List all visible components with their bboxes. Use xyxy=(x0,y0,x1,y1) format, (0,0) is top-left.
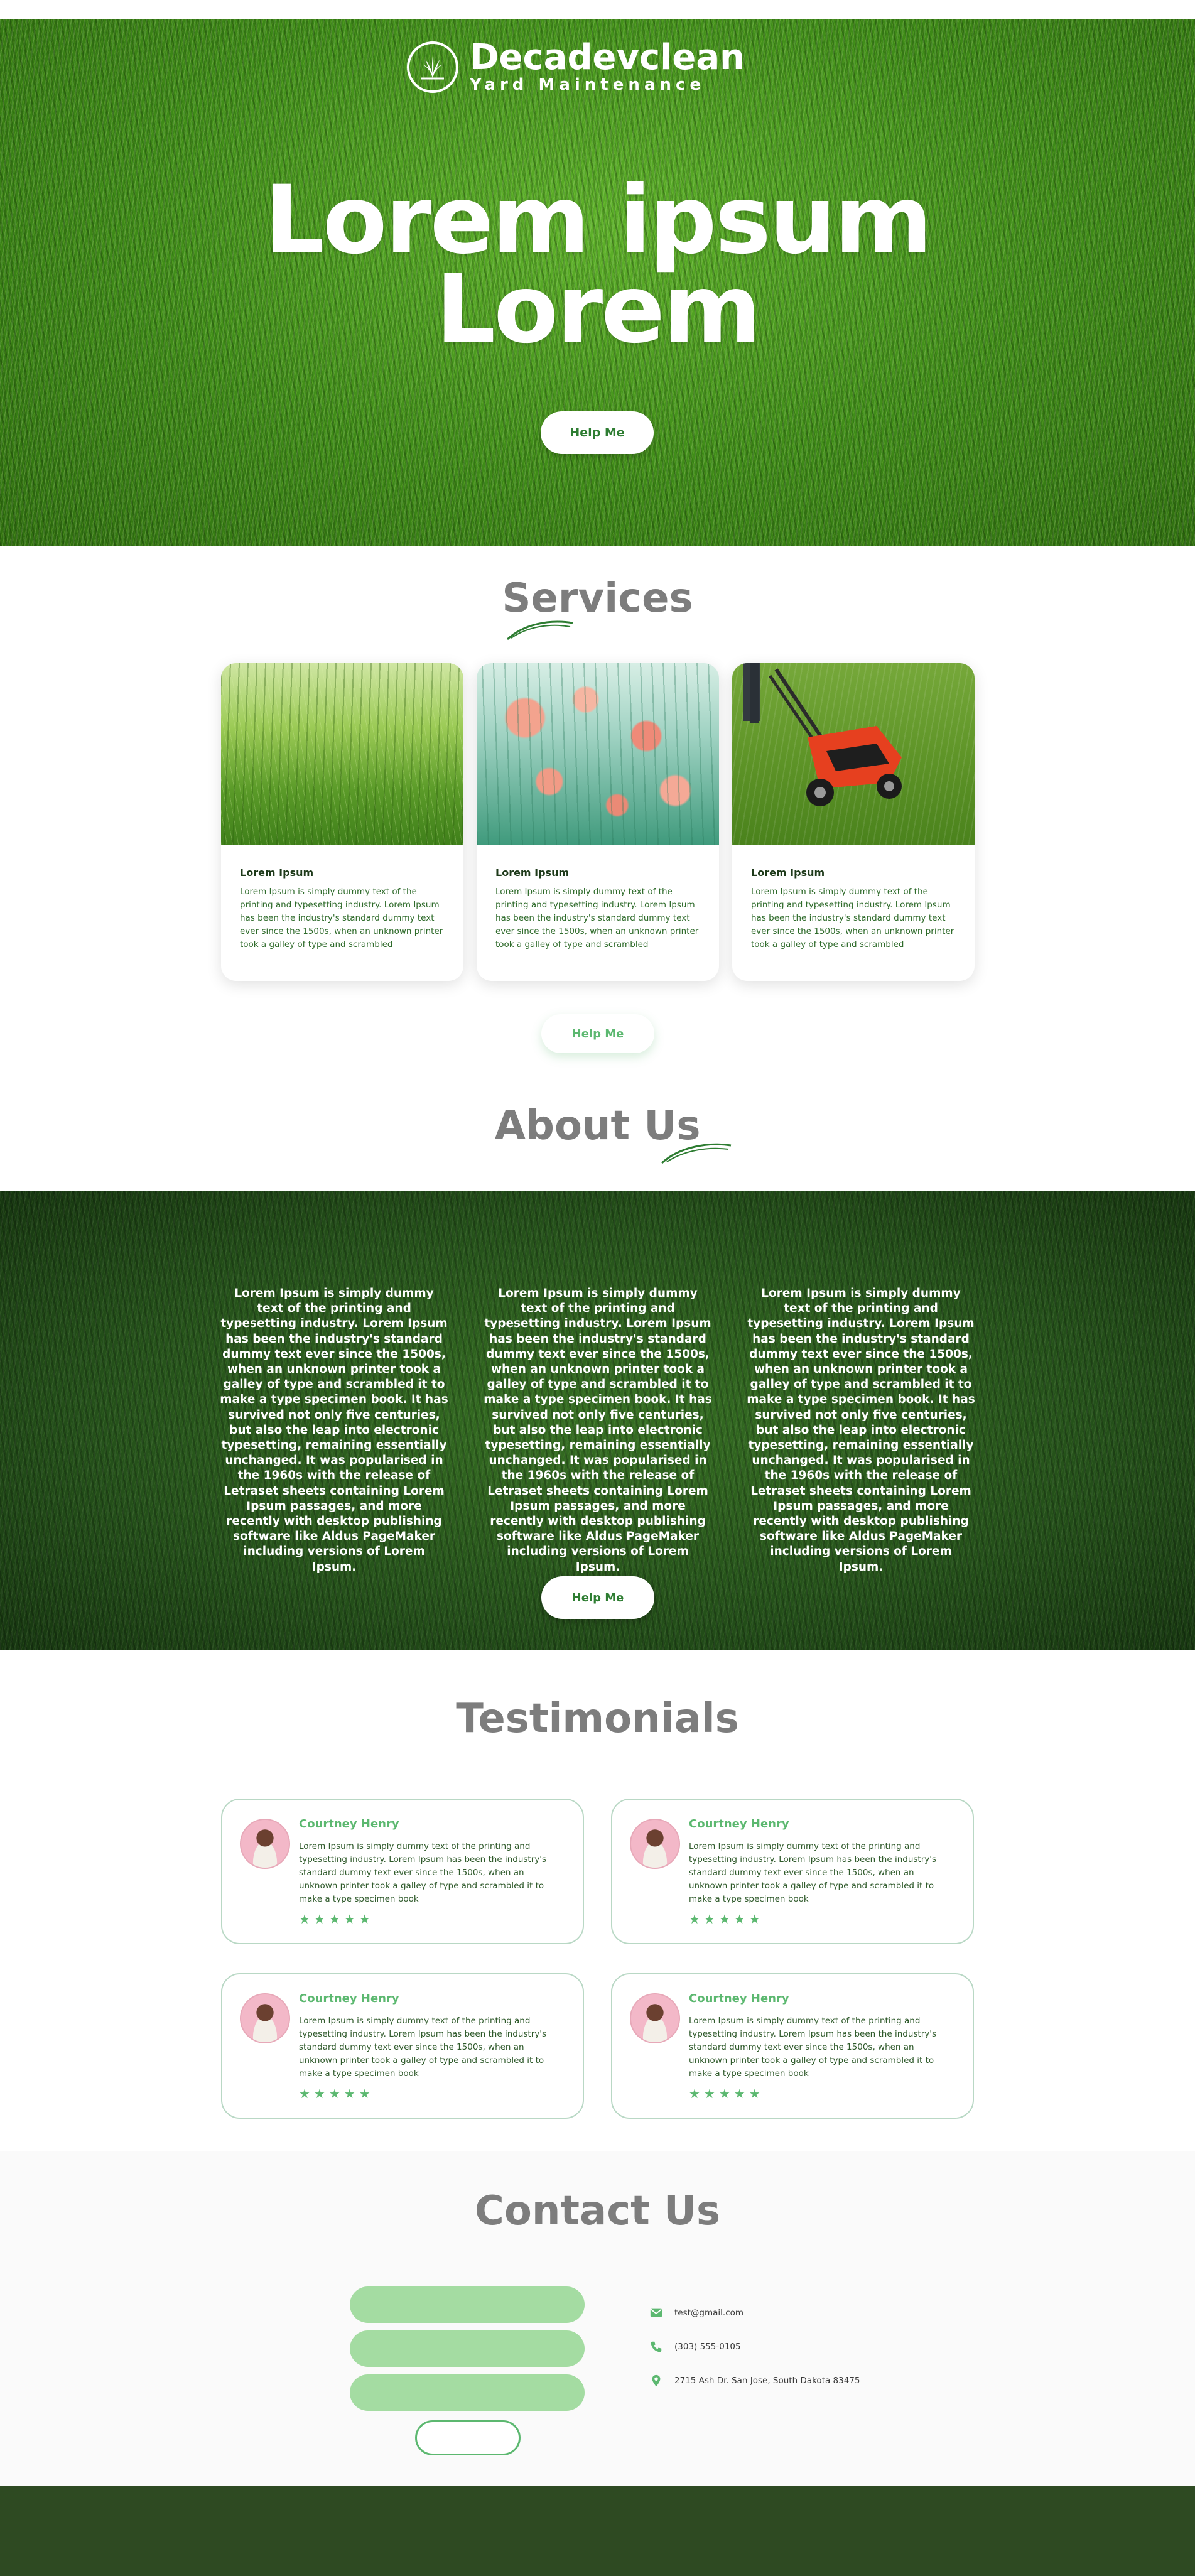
avatar xyxy=(240,1819,290,1869)
footer xyxy=(0,2486,1195,2576)
contact-submit-button[interactable] xyxy=(415,2420,521,2455)
about-swoosh xyxy=(661,1143,732,1164)
about-section: Lorem Ipsum is simply dummy text of the … xyxy=(0,1191,1195,1650)
service-image-lawn-mower xyxy=(732,663,975,845)
contact-address[interactable]: 2715 Ash Dr. San Jose, South Dakota 8347… xyxy=(649,2374,860,2388)
service-card-title: Lorem Ipsum xyxy=(495,867,570,879)
location-pin-icon xyxy=(652,2374,661,2387)
service-card-text: Lorem Ipsum is simply dummy text of the … xyxy=(240,887,443,950)
hero-section: Decadevclean Yard Maintenance Lorem ipsu… xyxy=(0,19,1195,546)
hero-title: Lorem ipsum Lorem xyxy=(0,166,1195,364)
contact-phone-text: (303) 555-0105 xyxy=(674,2342,741,2352)
contact-heading: Contact Us xyxy=(474,2188,721,2234)
services-swoosh xyxy=(506,620,573,641)
contact-name-field[interactable] xyxy=(350,2286,585,2323)
hero-title-line2: Lorem xyxy=(435,255,762,364)
service-image-grass xyxy=(221,663,463,845)
testimonial-card: Courtney Henry Lorem Ipsum is simply dum… xyxy=(221,1973,584,2119)
top-strip xyxy=(0,0,1195,19)
contact-message-field[interactable] xyxy=(350,2374,585,2411)
contact-phone[interactable]: (303) 555-0105 xyxy=(649,2340,741,2354)
about-column: Lorem Ipsum is simply dummy text of the … xyxy=(747,1287,975,1574)
testimonials-heading: Testimonials xyxy=(456,1696,739,1742)
star-rating-icon: ★★★★★ xyxy=(689,1912,764,1927)
testimonial-text: Lorem Ipsum is simply dummy text of the … xyxy=(689,2016,937,2079)
hero-title-line1: Lorem ipsum xyxy=(264,166,933,275)
services-heading: Services xyxy=(502,575,693,622)
service-card[interactable]: Lorem Ipsum Lorem Ipsum is simply dummy … xyxy=(477,663,719,981)
testimonial-name: Courtney Henry xyxy=(299,1992,399,2005)
brand-tagline: Yard Maintenance xyxy=(470,75,705,94)
service-card-text: Lorem Ipsum is simply dummy text of the … xyxy=(495,887,699,950)
about-column: Lorem Ipsum is simply dummy text of the … xyxy=(220,1287,448,1574)
contact-email[interactable]: test@gmail.com xyxy=(649,2306,743,2320)
services-help-button[interactable]: Help Me xyxy=(541,1014,654,1053)
testimonial-name: Courtney Henry xyxy=(689,1817,789,1831)
testimonial-card: Courtney Henry Lorem Ipsum is simply dum… xyxy=(611,1799,974,1944)
star-rating-icon: ★★★★★ xyxy=(689,2086,764,2101)
grass-leaf-icon xyxy=(407,41,458,93)
testimonial-card: Courtney Henry Lorem Ipsum is simply dum… xyxy=(611,1973,974,2119)
contact-email-field[interactable] xyxy=(350,2330,585,2367)
mail-icon xyxy=(650,2308,662,2317)
about-help-button[interactable]: Help Me xyxy=(541,1576,654,1619)
service-card-text: Lorem Ipsum is simply dummy text of the … xyxy=(751,887,954,950)
star-rating-icon: ★★★★★ xyxy=(299,2086,374,2101)
brand-logo[interactable]: Decadevclean Yard Maintenance xyxy=(407,40,745,94)
service-card[interactable]: Lorem Ipsum Lorem Ipsum is simply dummy … xyxy=(732,663,975,981)
avatar xyxy=(630,1993,680,2043)
star-rating-icon: ★★★★★ xyxy=(299,1912,374,1927)
avatar xyxy=(240,1993,290,2043)
service-card-title: Lorem Ipsum xyxy=(751,867,825,879)
testimonial-text: Lorem Ipsum is simply dummy text of the … xyxy=(299,1841,547,1904)
testimonial-text: Lorem Ipsum is simply dummy text of the … xyxy=(299,2016,547,2079)
testimonial-name: Courtney Henry xyxy=(299,1817,399,1831)
contact-address-text: 2715 Ash Dr. San Jose, South Dakota 8347… xyxy=(674,2376,860,2386)
testimonial-text: Lorem Ipsum is simply dummy text of the … xyxy=(689,1841,937,1904)
service-card[interactable]: Lorem Ipsum Lorem Ipsum is simply dummy … xyxy=(221,663,463,981)
phone-icon xyxy=(651,2341,662,2352)
contact-email-text: test@gmail.com xyxy=(674,2308,744,2318)
service-card-title: Lorem Ipsum xyxy=(240,867,314,879)
hero-help-button[interactable]: Help Me xyxy=(541,411,654,454)
testimonial-name: Courtney Henry xyxy=(689,1992,789,2005)
about-heading: About Us xyxy=(494,1103,701,1149)
contact-section: Contact Us test@gmail.com (303) 555-0105… xyxy=(0,2151,1195,2486)
service-image-flowers xyxy=(477,663,719,845)
about-column: Lorem Ipsum is simply dummy text of the … xyxy=(484,1287,712,1574)
avatar xyxy=(630,1819,680,1869)
brand-name: Decadevclean xyxy=(470,37,745,78)
testimonial-card: Courtney Henry Lorem Ipsum is simply dum… xyxy=(221,1799,584,1944)
